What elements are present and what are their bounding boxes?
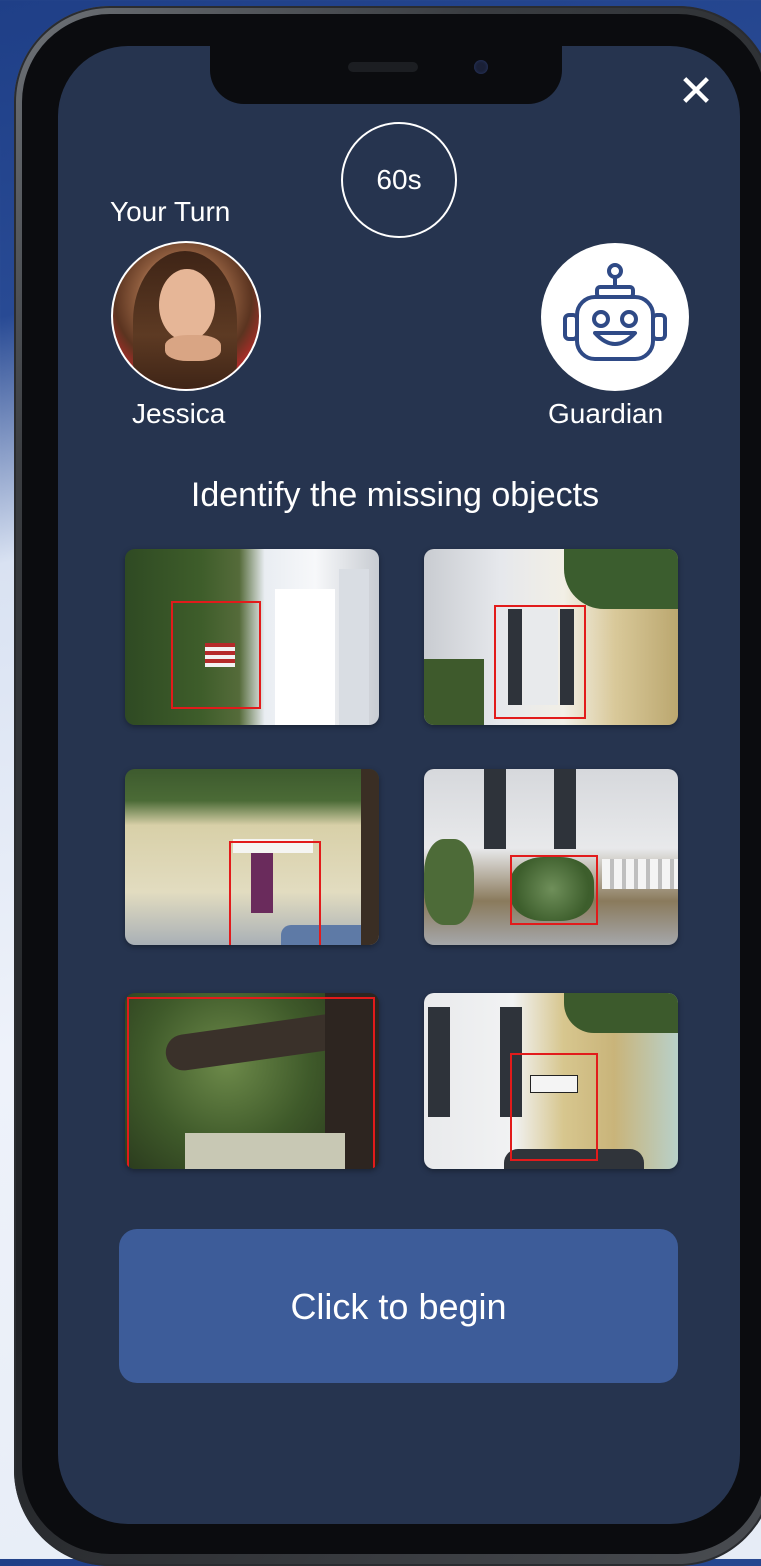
photo-window[interactable] <box>424 549 678 725</box>
begin-button[interactable]: Click to begin <box>119 1229 678 1383</box>
highlight-box <box>127 997 375 1169</box>
avatar-hand <box>165 335 221 361</box>
close-button[interactable]: ✕ <box>676 70 716 114</box>
shrub <box>424 659 484 725</box>
white-railing <box>602 859 678 889</box>
highlight-box <box>510 1053 598 1161</box>
speaker-grille <box>348 62 418 72</box>
player-avatar <box>111 241 261 391</box>
robot-icon <box>563 263 667 361</box>
highlight-box <box>229 841 321 945</box>
turn-indicator: Your Turn <box>110 196 231 227</box>
avatar-face <box>159 269 215 341</box>
player-name: Jessica <box>132 398 226 429</box>
house-wall <box>339 569 369 725</box>
opponent-name: Guardian <box>548 398 664 429</box>
photo-door[interactable] <box>125 769 379 945</box>
window-shutter <box>428 1007 450 1117</box>
photo-tree[interactable] <box>125 993 379 1169</box>
phone-notch <box>210 46 562 104</box>
tree-canopy <box>564 993 678 1033</box>
highlight-box <box>510 855 598 925</box>
shrub <box>424 839 474 925</box>
highlight-box <box>171 601 261 709</box>
game-prompt: Identify the missing objects <box>190 476 600 514</box>
window-shutter <box>554 769 576 849</box>
opponent-avatar <box>541 243 689 391</box>
tree-trunk <box>361 769 379 945</box>
photo-flag[interactable] <box>125 549 379 725</box>
highlight-box <box>494 605 586 719</box>
countdown-timer: 60s <box>341 122 457 238</box>
tree-canopy <box>564 549 678 609</box>
front-camera <box>474 60 488 74</box>
photo-sign[interactable] <box>424 993 678 1169</box>
window-shutter <box>484 769 506 849</box>
photo-bush[interactable] <box>424 769 678 945</box>
porch-column <box>275 589 335 725</box>
